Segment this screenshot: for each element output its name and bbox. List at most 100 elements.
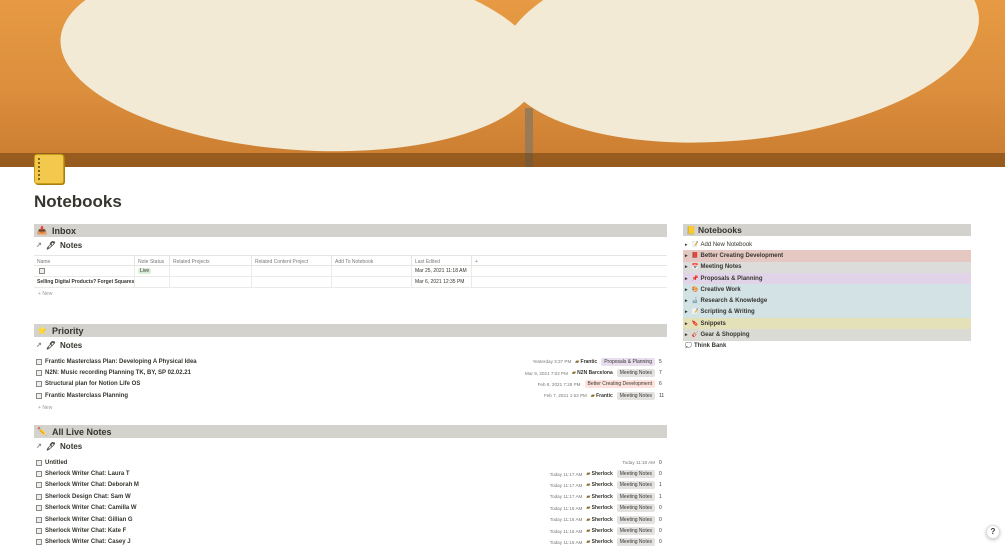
toggle-icon[interactable]: ▸ bbox=[685, 264, 688, 270]
link-count: 0 bbox=[659, 528, 662, 535]
row-title[interactable]: Sherlock Writer Chat: Casey J bbox=[45, 539, 131, 545]
toggle-icon[interactable]: ▸ bbox=[685, 298, 688, 304]
notebook-item[interactable]: ▸ 📕 Better Creating Development bbox=[683, 250, 971, 262]
microscope-icon: 🔬 bbox=[691, 298, 699, 305]
inbox-view-bar[interactable]: ↗ 🖊 Notes bbox=[34, 240, 667, 250]
list-item[interactable]: N2N: Music recording Planning TK, BY, SP… bbox=[34, 367, 667, 378]
inbox-table: Name Note Status Related Projects Relate… bbox=[34, 255, 667, 300]
column-header[interactable]: Related Content Project bbox=[252, 256, 332, 265]
open-link-icon[interactable]: ↗ bbox=[36, 442, 42, 450]
notebook-item[interactable]: ▸ 📌 Proposals & Planning bbox=[683, 272, 971, 285]
list-item[interactable]: Frantic Masterclass Plan: Developing A P… bbox=[34, 356, 667, 367]
table-row[interactable]: Live Mar 25, 2021 11:18 AM bbox=[34, 266, 667, 277]
open-link-icon[interactable]: ↗ bbox=[36, 341, 42, 349]
bookmark-icon: 🔖 bbox=[691, 320, 699, 327]
person-tag: ▰ Sherlock bbox=[586, 528, 612, 534]
last-edited: Today 11:16 AM bbox=[549, 528, 583, 534]
notebook-item[interactable]: ▸ 🔖 Snippets bbox=[683, 318, 971, 330]
person-name: N2N Barcelona bbox=[577, 370, 613, 377]
last-edited: Feb 8, 2021 7:28 PM bbox=[537, 381, 581, 387]
column-header[interactable]: Related Projects bbox=[170, 256, 252, 265]
toggle-icon[interactable]: ▸ bbox=[685, 276, 688, 282]
row-title[interactable]: N2N: Music recording Planning TK, BY, SP… bbox=[45, 370, 191, 376]
person-tag: ▰ Frantic bbox=[575, 359, 597, 365]
list-item[interactable]: Structural plan for Notion Life OS Feb 8,… bbox=[34, 379, 667, 390]
toggle-icon[interactable]: ▸ bbox=[685, 287, 688, 293]
notebook-item[interactable]: ▸ 📅 Meeting Notes bbox=[683, 261, 971, 273]
notebook-item[interactable]: ▸ 📝 Scripting & Writing bbox=[683, 306, 971, 319]
row-meta: Today 11:17 AM ▰ Sherlock Meeting Notes 0 bbox=[550, 470, 667, 479]
priority-view-bar[interactable]: ↗ 🖊 Notes bbox=[34, 340, 667, 350]
person-tag: ▰ Sherlock bbox=[586, 471, 612, 477]
pencil-icon: 🖊 bbox=[45, 441, 57, 451]
page-icon bbox=[36, 392, 42, 399]
column-header[interactable]: Name bbox=[34, 256, 135, 265]
open-link-icon[interactable]: ↗ bbox=[36, 241, 42, 249]
add-notebook-button[interactable]: ▸ 📝 Add New Notebook bbox=[683, 239, 971, 250]
notebook-tag: Meeting Notes bbox=[616, 538, 655, 547]
notebook-label: Better Creating Development bbox=[700, 252, 784, 259]
row-title[interactable]: Structural plan for Notion Life OS bbox=[45, 381, 140, 387]
toggle-icon[interactable]: ▸ bbox=[685, 332, 688, 338]
row-title[interactable]: Sherlock Writer Chat: Laura T bbox=[45, 471, 130, 477]
list-item[interactable]: Untitled Today 11:18 AM 0 bbox=[34, 457, 667, 468]
list-item[interactable]: Sherlock Writer Chat: Camilla W Today 11:… bbox=[34, 503, 667, 514]
table-row[interactable]: Selling Digital Products? Forget Squares… bbox=[34, 277, 667, 288]
row-meta: Today 11:18 AM 0 bbox=[622, 460, 667, 466]
link-count: 0 bbox=[659, 471, 662, 478]
new-row-button[interactable]: + New bbox=[34, 402, 667, 414]
notebook-label: Snippets bbox=[700, 320, 726, 327]
notebook-list: ▸ 📕 Better Creating Development ▸ 📅 Meeting N… bbox=[683, 250, 971, 341]
list-item[interactable]: Sherlock Writer Chat: Casey J Today 11:16… bbox=[34, 537, 667, 548]
page-icon bbox=[36, 358, 42, 365]
row-title[interactable]: Sherlock Writer Chat: Gillian G bbox=[45, 517, 133, 523]
list-item[interactable]: Sherlock Writer Chat: Gillian G Today 11:… bbox=[34, 514, 667, 525]
notebook-tag: Meeting Notes bbox=[616, 391, 655, 400]
person-name: Frantic bbox=[580, 358, 598, 365]
link-count: 1 bbox=[659, 493, 662, 500]
row-meta: Today 11:17 AM ▰ Sherlock Meeting Notes 1 bbox=[550, 492, 667, 501]
toggle-icon[interactable]: ▸ bbox=[685, 253, 688, 259]
person-tag: ▰ Sherlock bbox=[586, 517, 612, 523]
pencil-icon: 🖊 bbox=[45, 340, 57, 350]
memo-icon: 📝 bbox=[691, 309, 699, 316]
new-row-button[interactable]: + New bbox=[34, 288, 667, 300]
column-header[interactable]: Note Status bbox=[135, 256, 170, 265]
all-live-view-bar[interactable]: ↗ 🖊 Notes bbox=[34, 441, 667, 451]
list-item[interactable]: Sherlock Writer Chat: Deborah M Today 11:… bbox=[34, 480, 667, 491]
list-item[interactable]: Sherlock Writer Chat: Kate F Today 11:16 … bbox=[34, 525, 667, 536]
notebook-item[interactable]: ▸ 🔬 Research & Knowledge bbox=[683, 295, 971, 307]
list-item[interactable]: Sherlock Writer Chat: Laura T Today 11:17… bbox=[34, 468, 667, 479]
list-item[interactable]: Sherlock Design Chat: Sam W Today 11:17 A… bbox=[34, 491, 667, 502]
pencil-icon: ✏️ bbox=[37, 427, 47, 436]
row-title[interactable]: Sherlock Writer Chat: Kate F bbox=[45, 528, 126, 534]
row-meta: Yesterday 3:37 PM ▰ Frantic Proposals & Pl… bbox=[533, 357, 667, 366]
page-icon bbox=[36, 539, 42, 546]
add-column-icon[interactable]: + bbox=[472, 256, 484, 265]
toggle-icon[interactable]: ▸ bbox=[685, 242, 688, 248]
column-header[interactable]: Last Edited bbox=[412, 256, 472, 265]
row-meta: Today 11:16 AM ▰ Sherlock Meeting Notes 0 bbox=[549, 527, 667, 536]
priority-section: ⭐ Priority ↗ 🖊 Notes Frantic Masterclass Pl… bbox=[34, 324, 667, 414]
row-title[interactable]: Frantic Masterclass Planning bbox=[45, 393, 128, 399]
list-item[interactable]: Frantic Masterclass Planning Feb 7, 2021 … bbox=[34, 390, 667, 401]
view-title[interactable]: Notes bbox=[60, 241, 82, 250]
row-meta: Today 11:17 AM ▰ Sherlock Meeting Notes 1 bbox=[550, 481, 667, 490]
row-title[interactable]: Sherlock Design Chat: Sam W bbox=[45, 494, 131, 500]
think-bank-item[interactable]: 💭 Think Bank bbox=[683, 341, 971, 352]
notebook-label: Creative Work bbox=[700, 286, 741, 293]
row-title[interactable]: Selling Digital Products? Forget Squares bbox=[34, 277, 135, 287]
inbox-section: 📥 Inbox ↗ 🖊 Notes Name Note Status Related … bbox=[34, 224, 667, 300]
cover-image bbox=[0, 0, 1005, 167]
notebook-tag: Meeting Notes bbox=[616, 470, 655, 479]
row-title[interactable]: Frantic Masterclass Plan: Developing A P… bbox=[45, 359, 197, 365]
row-title[interactable]: Sherlock Writer Chat: Camilla W bbox=[45, 505, 137, 511]
column-header[interactable]: Add To Notebook bbox=[332, 256, 412, 265]
help-button[interactable]: ? bbox=[986, 525, 1000, 539]
notebook-item[interactable]: ▸ 🎨 Creative Work bbox=[683, 284, 971, 296]
row-title[interactable]: Untitled bbox=[45, 460, 67, 466]
row-title[interactable]: Sherlock Writer Chat: Deborah M bbox=[45, 482, 139, 488]
toggle-icon[interactable]: ▸ bbox=[685, 309, 688, 315]
toggle-icon[interactable]: ▸ bbox=[685, 321, 688, 327]
notebook-item[interactable]: ▸ 🎸 Gear & Shopping bbox=[683, 329, 971, 341]
